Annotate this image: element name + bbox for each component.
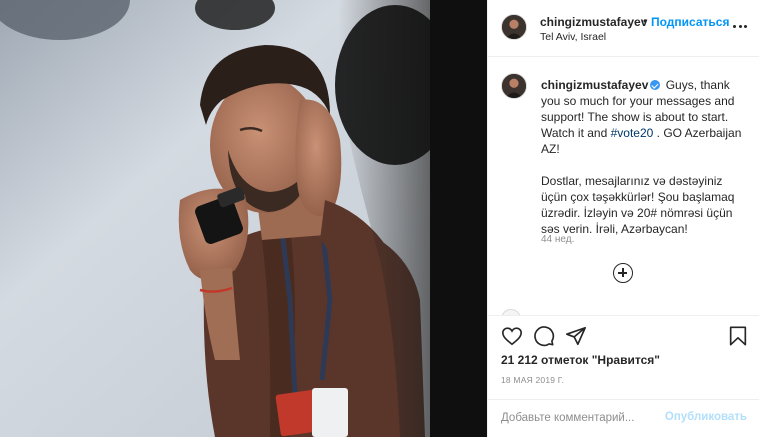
likes-count[interactable]: 21 212 отметок "Нравится": [501, 353, 660, 367]
add-comment-bar: Опубликовать: [488, 399, 759, 437]
caption-username-link[interactable]: chingizmustafayev: [541, 78, 648, 92]
post-caption: chingizmustafayev Guys, thank you so muc…: [541, 77, 746, 253]
author-username-link[interactable]: chingizmustafayev: [540, 15, 647, 29]
caption-author-avatar[interactable]: [501, 73, 527, 99]
post-photo[interactable]: [0, 0, 487, 437]
publish-button[interactable]: Опубликовать: [665, 411, 747, 423]
likes-label: отметок "Нравится": [541, 353, 660, 367]
photo-illustration: [0, 0, 487, 437]
more-options-icon[interactable]: [732, 18, 748, 34]
verified-badge-icon: [650, 80, 661, 90]
caption-timestamp[interactable]: 44 нед.: [541, 234, 574, 245]
heart-icon[interactable]: [501, 325, 523, 347]
likes-number: 21 212: [501, 353, 538, 367]
post-date[interactable]: 18 МАЯ 2019 Г.: [501, 375, 564, 385]
caption-paragraph-1: chingizmustafayev Guys, thank you so muc…: [541, 77, 746, 157]
comments-area: chingizmustafayev Guys, thank you so muc…: [488, 57, 759, 315]
follow-separator: •: [643, 14, 648, 28]
bookmark-icon[interactable]: [727, 325, 749, 347]
plus-circle-icon[interactable]: [613, 263, 633, 283]
post-side-panel: chingizmustafayev • Подписаться Tel Aviv…: [487, 0, 759, 437]
follow-button[interactable]: Подписаться: [651, 15, 729, 29]
hashtag-link[interactable]: #vote20: [611, 126, 654, 140]
post-header: chingizmustafayev • Подписаться Tel Aviv…: [488, 0, 759, 57]
post-actions: 21 212 отметок "Нравится" 18 МАЯ 2019 Г.: [488, 315, 759, 399]
comment-icon[interactable]: [533, 325, 555, 347]
paper-plane-icon[interactable]: [565, 325, 587, 347]
location-link[interactable]: Tel Aviv, Israel: [540, 31, 606, 43]
author-avatar[interactable]: [501, 14, 527, 40]
comment-input[interactable]: [501, 409, 671, 427]
caption-paragraph-2: Dostlar, mesajlarınız və dəstəyiniz üçün…: [541, 174, 735, 236]
